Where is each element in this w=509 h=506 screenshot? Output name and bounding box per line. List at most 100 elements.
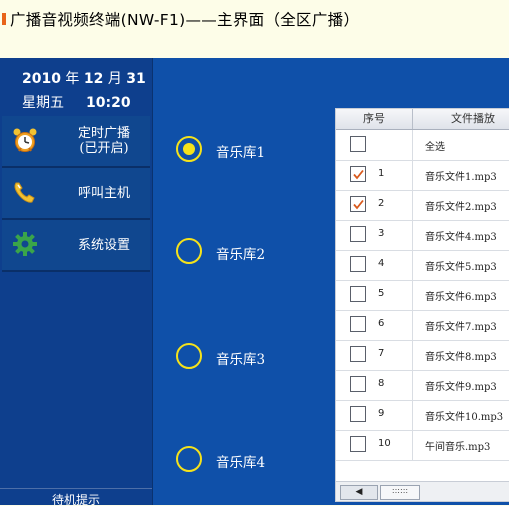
file-name: 音乐文件5.mp3 (425, 262, 497, 273)
column-divider (412, 130, 413, 160)
file-name: 音乐文件10.mp3 (425, 412, 504, 423)
table-row[interactable]: 8 音乐文件9.mp3 (336, 370, 509, 401)
checkmark-icon (353, 199, 364, 210)
date-month-unit: 月 (107, 71, 122, 87)
weekday: 星期五 (22, 95, 64, 111)
row-number: 10 (378, 438, 391, 449)
row-checkbox[interactable] (350, 346, 366, 362)
date-time-box: 2010 年 12 月 31 星期五 10:20 (0, 58, 152, 114)
sidebar-item-system-settings[interactable]: 系统设置 (2, 220, 150, 272)
row-checkbox[interactable] (350, 406, 366, 422)
music-library-label: 音乐库4 (216, 455, 266, 471)
row-number: 5 (378, 288, 385, 299)
sidebar-item-timed-broadcast[interactable]: 定时广播 (已开启) (2, 116, 150, 168)
file-name: 全选 (425, 142, 445, 153)
column-header-file: 文件播放 (451, 112, 495, 125)
radio-dot (183, 143, 195, 155)
table-row[interactable]: 4 音乐文件5.mp3 (336, 250, 509, 281)
radio-unselected-icon (176, 446, 202, 472)
clock-time: 10:20 (86, 95, 131, 111)
music-library-label: 音乐库3 (216, 352, 266, 368)
row-checkbox[interactable] (350, 256, 366, 272)
phone-icon (14, 182, 35, 203)
radio-selected-icon (176, 136, 202, 162)
table-row[interactable]: 6 音乐文件7.mp3 (336, 310, 509, 341)
column-divider (412, 190, 413, 220)
file-name: 午间音乐.mp3 (425, 442, 491, 453)
horizontal-scrollbar[interactable]: ◀ :::::: (336, 481, 509, 501)
table-row[interactable]: 10 午间音乐.mp3 (336, 430, 509, 461)
row-number: 4 (378, 258, 385, 269)
row-checkbox[interactable] (350, 226, 366, 242)
row-checkbox[interactable] (350, 166, 366, 182)
music-library-4-radio[interactable]: 音乐库4 (176, 446, 316, 478)
date-year-unit: 年 (65, 71, 80, 87)
checkmark-icon (353, 169, 364, 180)
column-divider (412, 160, 413, 190)
window-title: 广播音视频终端(NW-F1)——主界面（全区广播） (10, 11, 360, 29)
row-checkbox[interactable] (350, 316, 366, 332)
music-library-1-radio[interactable]: 音乐库1 (176, 136, 316, 168)
date-year: 2010 (22, 71, 61, 87)
row-number: 9 (378, 408, 385, 419)
column-divider (412, 220, 413, 250)
music-library-3-radio[interactable]: 音乐库3 (176, 343, 316, 375)
sidebar-item-label: 系统设置 (77, 237, 130, 253)
music-library-label: 音乐库2 (216, 247, 266, 263)
row-number: 1 (378, 168, 385, 179)
row-number: 8 (378, 378, 385, 389)
gear-icon (13, 232, 37, 256)
table-row[interactable]: 7 音乐文件8.mp3 (336, 340, 509, 371)
sidebar-item-label: 呼叫主机 (77, 185, 130, 201)
column-header-number: 序号 (336, 109, 413, 129)
column-divider (412, 340, 413, 370)
scroll-thumb[interactable]: :::::: (380, 485, 420, 500)
table-row[interactable]: 5 音乐文件6.mp3 (336, 280, 509, 311)
radio-unselected-icon (176, 238, 202, 264)
radio-unselected-icon (176, 343, 202, 369)
column-divider (412, 400, 413, 430)
row-checkbox[interactable] (350, 286, 366, 302)
weekday-time: 星期五 10:20 (22, 92, 131, 112)
date-display: 2010 年 12 月 31 (22, 68, 146, 88)
file-name: 音乐文件9.mp3 (425, 382, 497, 393)
file-name: 音乐文件6.mp3 (425, 292, 497, 303)
row-number: 6 (378, 318, 385, 329)
table-row[interactable]: 3 音乐文件4.mp3 (336, 220, 509, 251)
table-row[interactable]: 1 音乐文件1.mp3 (336, 160, 509, 191)
select-all-row[interactable]: 全选 (336, 130, 509, 161)
table-row[interactable]: 2 音乐文件2.mp3 (336, 190, 509, 221)
alarm-clock-icon (13, 128, 37, 152)
table-row[interactable]: 9 音乐文件10.mp3 (336, 400, 509, 431)
title-bullet-icon (2, 13, 6, 25)
row-checkbox[interactable] (350, 136, 366, 152)
sidebar: 2010 年 12 月 31 星期五 10:20 定时广播 (已开启) 呼叫主机… (0, 58, 153, 506)
row-number: 3 (378, 228, 385, 239)
sidebar-item-call-host[interactable]: 呼叫主机 (2, 168, 150, 220)
file-name: 音乐文件7.mp3 (425, 322, 497, 333)
column-divider (412, 430, 413, 460)
standby-hint: 待机提示 (0, 488, 152, 506)
sidebar-item-label: 定时广播 (已开启) (77, 126, 130, 156)
column-divider (412, 250, 413, 280)
title-bar: 广播音视频终端(NW-F1)——主界面（全区广播） (0, 0, 509, 58)
column-divider (412, 280, 413, 310)
main-panel: 2010 年 12 月 31 星期五 10:20 定时广播 (已开启) 呼叫主机… (0, 58, 509, 506)
file-table: 序号 文件播放 全选 1 音乐文件1.mp3 2 音乐文件2.mp3 3 音乐文件4.mp3… (335, 108, 509, 502)
file-name: 音乐文件2.mp3 (425, 202, 497, 213)
row-checkbox[interactable] (350, 376, 366, 392)
file-name: 音乐文件4.mp3 (425, 232, 497, 243)
music-library-2-radio[interactable]: 音乐库2 (176, 238, 316, 270)
date-day: 31 (126, 71, 146, 87)
music-library-label: 音乐库1 (216, 145, 266, 161)
file-name: 音乐文件1.mp3 (425, 172, 497, 183)
row-checkbox[interactable] (350, 196, 366, 212)
column-divider (412, 370, 413, 400)
row-number: 7 (378, 348, 385, 359)
table-header: 序号 文件播放 (336, 109, 509, 130)
column-divider (412, 310, 413, 340)
scroll-left-arrow-icon[interactable]: ◀ (340, 485, 378, 500)
row-checkbox[interactable] (350, 436, 366, 452)
row-number: 2 (378, 198, 385, 209)
date-month: 12 (83, 71, 104, 87)
